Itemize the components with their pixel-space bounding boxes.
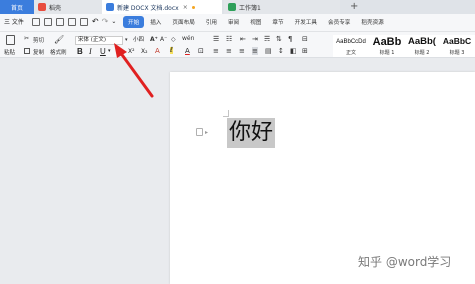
ribbon-tab[interactable]: 开始: [123, 16, 145, 28]
docer-icon: [38, 3, 46, 11]
watermark: 知乎 @word学习: [358, 255, 452, 269]
ribbon-toolbar: 粘贴 ✂ 剪切 复制 🖌 格式刷 宋体 (正文) ▾ 小四 A⁺ A⁻ ◇ wé…: [0, 32, 475, 58]
shrink-font-icon[interactable]: A⁻: [160, 36, 167, 43]
tab-workbook-label: 工作簿1: [239, 4, 261, 12]
ribbon-tab[interactable]: 审阅: [223, 16, 244, 28]
bold-button[interactable]: B: [77, 47, 83, 56]
tab-workbook[interactable]: 工作簿1: [224, 0, 340, 14]
save-icon[interactable]: [31, 17, 40, 26]
font-color-icon[interactable]: A: [185, 47, 190, 56]
style-sample: AaBb: [372, 36, 402, 48]
style-name: 标题 1: [379, 50, 395, 56]
copy-button[interactable]: 复制: [33, 48, 44, 56]
paste-icon[interactable]: [6, 35, 15, 45]
shading-icon[interactable]: ◧: [290, 47, 297, 55]
font-name-value: 宋体 (正文): [78, 37, 107, 43]
menu-bar: 三 文件 ↶ ↷ ⌄ 开始 插入 页面布局 引用 审阅 视图 章节 开发工具 会员专享 稻壳资源: [0, 14, 475, 32]
subscript-icon[interactable]: X₂: [141, 47, 148, 56]
scissors-icon[interactable]: ✂: [24, 35, 29, 42]
wps-sheet-icon: [228, 3, 236, 11]
ribbon-tab[interactable]: 稻壳资源: [356, 16, 388, 28]
paragraph-handle-dropdown-icon[interactable]: ▸: [205, 129, 208, 136]
style-sample: AaBb(: [408, 36, 436, 47]
underline-dropdown-icon[interactable]: ▾: [108, 47, 111, 56]
ribbon-tabs: 开始 插入 页面布局 引用 审阅 视图 章节 开发工具 会员专享 稻壳资源: [123, 16, 390, 28]
decrease-indent-icon[interactable]: ⇤: [240, 35, 246, 43]
increase-indent-icon[interactable]: ⇥: [252, 35, 258, 43]
cut-button[interactable]: 剪切: [33, 36, 44, 44]
ribbon-tab[interactable]: 会员专享: [323, 16, 355, 28]
ribbon-tab[interactable]: 视图: [245, 16, 266, 28]
text-effects-icon[interactable]: A: [155, 47, 160, 56]
style-normal[interactable]: AaBbCcDd 正文: [333, 35, 369, 57]
style-sample: AaBbCcDd: [336, 39, 366, 45]
tab-bar: 首页 稻壳 新建 DOCX 文档.docx × 工作簿1 +: [0, 0, 475, 14]
font-name-select[interactable]: 宋体 (正文): [75, 36, 123, 45]
new-tab-icon[interactable]: +: [350, 1, 358, 13]
font-size-value: 小四: [133, 37, 145, 43]
tab-document[interactable]: 新建 DOCX 文档.docx ×: [102, 0, 222, 14]
copy-icon[interactable]: [24, 48, 30, 54]
tab-document-label: 新建 DOCX 文档.docx: [117, 4, 179, 12]
phonetic-guide-icon[interactable]: wén: [182, 35, 194, 42]
borders-icon[interactable]: ⊞: [302, 47, 308, 55]
quick-access-toolbar: 三 文件 ↶ ↷ ⌄: [4, 17, 116, 26]
ribbon-tab[interactable]: 页面布局: [167, 16, 199, 28]
margin-corner-mark: [228, 110, 229, 116]
clear-format-icon[interactable]: ◇: [171, 36, 176, 43]
font-size-select[interactable]: 小四: [133, 36, 149, 45]
tab-home-label: 首页: [10, 4, 23, 12]
table-icon[interactable]: ⊟: [302, 35, 308, 43]
format-icon[interactable]: [79, 17, 88, 26]
style-heading-1[interactable]: AaBb 标题 1: [369, 35, 405, 57]
style-name: 标题 3: [449, 50, 465, 56]
margin-corner-mark: [223, 116, 229, 117]
paste-button[interactable]: 粘贴: [4, 48, 15, 56]
align-center-icon[interactable]: ≡: [226, 47, 232, 55]
tab-docer-label: 稻壳: [49, 4, 62, 12]
style-heading-2[interactable]: AaBb( 标题 2: [405, 35, 439, 57]
ribbon-tab[interactable]: 章节: [267, 16, 288, 28]
tab-docer[interactable]: 稻壳: [34, 0, 102, 14]
superscript-button[interactable]: X²: [128, 47, 135, 56]
show-marks-icon[interactable]: ¶: [288, 35, 292, 43]
wps-writer-icon: [106, 3, 114, 11]
ribbon-tab[interactable]: 开发工具: [290, 16, 322, 28]
file-menu[interactable]: 三 文件: [4, 17, 24, 26]
chinese-layout-icon[interactable]: ☴: [264, 35, 270, 43]
numbered-list-icon[interactable]: ☷: [226, 35, 232, 43]
font-dropdown-icon[interactable]: ▾: [125, 37, 128, 43]
style-name: 正文: [345, 50, 356, 56]
underline-button[interactable]: U: [100, 47, 106, 56]
bullet-list-icon[interactable]: ☰: [213, 35, 219, 43]
style-heading-3[interactable]: AaBbC 标题 3: [439, 35, 475, 57]
ribbon-tab[interactable]: 引用: [201, 16, 222, 28]
customize-toolbar-icon[interactable]: ⌄: [111, 18, 116, 25]
align-left-icon[interactable]: ≡: [213, 47, 219, 55]
ribbon-tab[interactable]: 插入: [145, 16, 166, 28]
italic-button[interactable]: I: [89, 47, 92, 56]
unsaved-dot-icon: [191, 5, 195, 9]
justify-icon[interactable]: ≡: [252, 47, 258, 55]
undo-icon[interactable]: ↶: [92, 17, 99, 26]
print-icon[interactable]: [55, 17, 64, 26]
style-sample: AaBbC: [442, 36, 472, 46]
export-pdf-icon[interactable]: [43, 17, 52, 26]
paragraph-handle-icon[interactable]: [196, 128, 203, 136]
highlight-icon[interactable]: ℓ: [170, 47, 173, 54]
format-painter-button[interactable]: 格式刷: [50, 48, 67, 56]
style-name: 标题 2: [414, 50, 430, 56]
format-painter-icon[interactable]: 🖌: [54, 35, 64, 44]
char-border-icon[interactable]: ⊡: [198, 47, 204, 56]
redo-icon[interactable]: ↷: [102, 17, 109, 26]
grow-font-icon[interactable]: A⁺: [150, 36, 158, 43]
close-icon[interactable]: ×: [183, 4, 188, 11]
print-preview-icon[interactable]: [67, 17, 76, 26]
tab-home[interactable]: 首页: [0, 0, 34, 14]
sort-icon[interactable]: ⇅: [276, 35, 282, 43]
selected-document-text[interactable]: 你好: [227, 118, 276, 148]
line-spacing-icon[interactable]: ↕: [278, 47, 284, 55]
distributed-icon[interactable]: ▤: [265, 47, 272, 55]
align-right-icon[interactable]: ≡: [239, 47, 245, 55]
